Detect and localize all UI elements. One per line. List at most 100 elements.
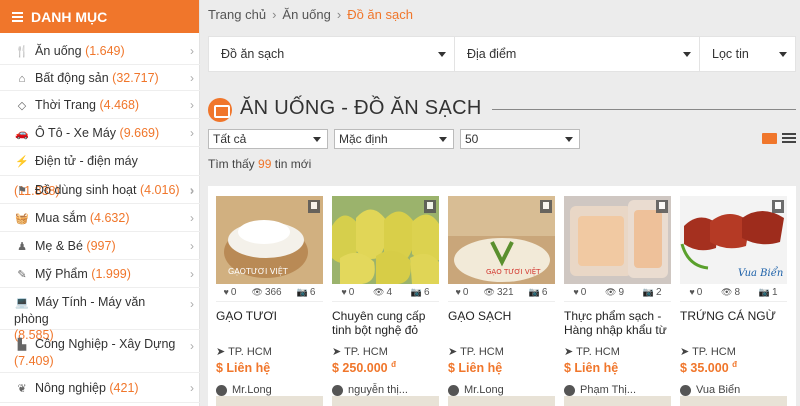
sidebar-item-dien-tu[interactable]: ⚡ Điện tử - điện máy (11.838) › xyxy=(0,147,200,198)
bookmark-icon[interactable] xyxy=(424,200,436,213)
listing-location: ➤ TP. HCM xyxy=(448,346,504,358)
listing-title[interactable]: GẠO SẠCH xyxy=(448,309,555,323)
location-arrow-icon: ➤ xyxy=(216,346,226,358)
heart-icon: ♥ xyxy=(573,287,579,297)
svg-text:GẠOTƯƠI VIỆT: GẠOTƯƠI VIỆT xyxy=(228,265,288,277)
breadcrumb-separator-icon: › xyxy=(336,7,342,22)
listing-title[interactable]: GẠO TƯƠI xyxy=(216,309,323,323)
caret-down-icon xyxy=(438,52,446,57)
bookmark-icon[interactable] xyxy=(656,200,668,213)
sidebar-item-mua-sam[interactable]: 🧺 Mua sắm (4.632) › xyxy=(0,204,200,232)
listing-card[interactable]: GẠOTƯƠI VIỆT ♥ 0 👁 366 📷 6 GẠO TƯƠI ➤ TP. H… xyxy=(216,196,323,406)
svg-text:GẠO TƯƠI VIỆT: GẠO TƯƠI VIỆT xyxy=(486,267,541,276)
listing-location: ➤ TP. HCM xyxy=(216,346,272,358)
listing-stats: ♥ 0 👁 8 📷 1 xyxy=(680,284,787,302)
sidebar-item-thoi-trang[interactable]: ◇ Thời Trang (4.468) › xyxy=(0,91,200,119)
camera-icon: 📷 xyxy=(410,287,423,297)
listing-title[interactable]: Chuyên cung cấp tinh bột nghệ đỏ xyxy=(332,309,439,337)
caret-down-icon xyxy=(439,137,447,142)
heart-icon: ♥ xyxy=(689,287,695,297)
breadcrumb-separator-icon: › xyxy=(272,7,277,22)
location-select[interactable]: Địa điểm xyxy=(455,37,700,71)
listing-user[interactable]: Mr.Long xyxy=(216,384,272,396)
listing-user[interactable]: Phạm Thị... xyxy=(564,384,636,396)
breadcrumb-category[interactable]: Ăn uống xyxy=(282,7,330,22)
eye-icon: 👁 xyxy=(605,287,617,297)
per-page-dropdown[interactable]: 50 xyxy=(460,129,580,149)
filter-select[interactable]: Lọc tin xyxy=(700,37,795,71)
location-arrow-icon: ➤ xyxy=(332,346,342,358)
listing-card[interactable]: ♥ 0 👁 4 📷 6 Chuyên cung cấp tinh bột nghệ đ… xyxy=(332,196,439,406)
sidebar-item-do-dung-sinh-hoat[interactable]: ⚑ Đồ dùng sinh hoạt (4.016) › xyxy=(0,176,200,204)
listing-price: $ Liên hệ xyxy=(448,361,503,376)
sidebar-title: DANH MỤC xyxy=(31,8,108,25)
sidebar-item-nong-nghiep[interactable]: ❦ Nông nghiệp (421) › xyxy=(0,373,200,403)
industry-icon: ▙ xyxy=(17,339,27,351)
sidebar-item-an-uong[interactable]: 🍴 Ăn uống (1.649) › xyxy=(0,40,200,65)
listing-title[interactable]: Thực phẩm sạch - Hàng nhập khẩu từ xyxy=(564,309,671,337)
listing-user[interactable]: Vua Biển xyxy=(680,384,740,396)
listing-image[interactable]: GẠOTƯƠI VIỆT xyxy=(216,196,323,284)
sidebar-item-me-be[interactable]: ♟ Mẹ & Bé (997) › xyxy=(0,232,200,260)
listing-card[interactable]: GẠO TƯƠI VIỆT ♥ 0 👁 321 📷 6 GẠO SẠCH ➤ TP. … xyxy=(448,196,555,406)
next-row-card-preview xyxy=(680,396,787,406)
listing-image[interactable]: GẠO TƯƠI VIỆT xyxy=(448,196,555,284)
breadcrumb: Trang chủ › Ăn uống › Đồ ăn sạch xyxy=(208,7,413,22)
child-icon: ♟ xyxy=(17,241,27,253)
location-arrow-icon: ➤ xyxy=(680,346,690,358)
chevron-right-icon: › xyxy=(190,71,194,85)
listing-grid: GẠOTƯƠI VIỆT ♥ 0 👁 366 📷 6 GẠO TƯƠI ➤ TP. H… xyxy=(208,186,796,406)
home-icon: ⌂ xyxy=(18,73,26,85)
listing-stats: ♥ 0 👁 9 📷 2 xyxy=(564,284,671,302)
title-divider xyxy=(492,109,796,110)
sidebar-item-o-to-xe-may[interactable]: 🚗 Ô Tô - Xe Máy (9.669) › xyxy=(0,119,200,147)
listing-price: $ Liên hệ xyxy=(564,361,619,376)
listing-image[interactable] xyxy=(564,196,671,284)
listing-card[interactable]: ♥ 0 👁 9 📷 2 Thực phẩm sạch - Hàng nhập khẩu… xyxy=(564,196,671,406)
heart-icon: ♥ xyxy=(341,287,347,297)
listing-stats: ♥ 0 👁 4 📷 6 xyxy=(332,284,439,302)
chevron-right-icon: › xyxy=(190,126,194,140)
next-row-card-preview xyxy=(332,396,439,406)
chevron-right-icon: › xyxy=(190,381,194,395)
chevron-right-icon: › xyxy=(190,267,194,281)
sidebar-header[interactable]: DANH MỤC xyxy=(0,0,199,33)
diamond-icon: ◇ xyxy=(17,100,27,112)
breadcrumb-home[interactable]: Trang chủ xyxy=(208,7,266,22)
category-select[interactable]: Đồ ăn sạch xyxy=(209,37,455,71)
user-avatar-icon xyxy=(216,384,227,396)
list-view-icon[interactable] xyxy=(782,133,796,145)
type-dropdown[interactable]: Tất cả xyxy=(208,129,328,149)
grid-view-icon[interactable] xyxy=(762,133,777,144)
heart-icon: ♥ xyxy=(223,287,229,297)
order-dropdown[interactable]: Mặc định xyxy=(334,129,454,149)
listing-image[interactable] xyxy=(332,196,439,284)
eye-icon: 👁 xyxy=(251,287,263,297)
listing-user[interactable]: nguyễn thị... xyxy=(332,384,408,396)
camera-icon: 📷 xyxy=(528,287,540,297)
eye-icon: 👁 xyxy=(483,287,495,297)
household-icon: ⚑ xyxy=(17,185,27,197)
caret-down-icon xyxy=(313,137,321,142)
shopping-basket-icon: 🧺 xyxy=(15,213,29,225)
utensils-icon: 🍴 xyxy=(15,46,29,58)
chevron-right-icon: › xyxy=(190,339,194,353)
chevron-right-icon: › xyxy=(190,44,194,58)
listing-title[interactable]: TRỨNG CÁ NGỪ xyxy=(680,309,787,323)
bookmark-icon[interactable] xyxy=(772,200,784,213)
sidebar-item-bat-dong-san[interactable]: ⌂ Bất động sản (32.717) › xyxy=(0,65,200,91)
sidebar-item-may-tinh[interactable]: 💻 Máy Tính - Máy văn phòng (8.585) › xyxy=(0,288,200,342)
sidebar-item-my-pham[interactable]: ✎ Mỹ Phẩm (1.999) › xyxy=(0,260,200,288)
cosmetics-icon: ✎ xyxy=(17,269,27,281)
chevron-right-icon: › xyxy=(190,98,194,112)
listing-user[interactable]: Mr.Long xyxy=(448,384,504,396)
user-avatar-icon xyxy=(680,384,691,396)
plug-icon: ⚡ xyxy=(15,156,29,168)
listing-image[interactable]: Vua Biển xyxy=(680,196,787,284)
sidebar-item-cong-nghiep[interactable]: ▙ Công Nghiệp - Xây Dựng (7.409) › xyxy=(0,330,200,373)
bookmark-icon[interactable] xyxy=(308,200,320,213)
caret-down-icon xyxy=(779,52,787,57)
listing-card[interactable]: Vua Biển ♥ 0 👁 8 📷 1 TRỨNG CÁ NGỪ ➤ TP. HCM… xyxy=(680,196,787,406)
bookmark-icon[interactable] xyxy=(540,200,552,213)
listing-stats: ♥ 0 👁 366 📷 6 xyxy=(216,284,323,302)
